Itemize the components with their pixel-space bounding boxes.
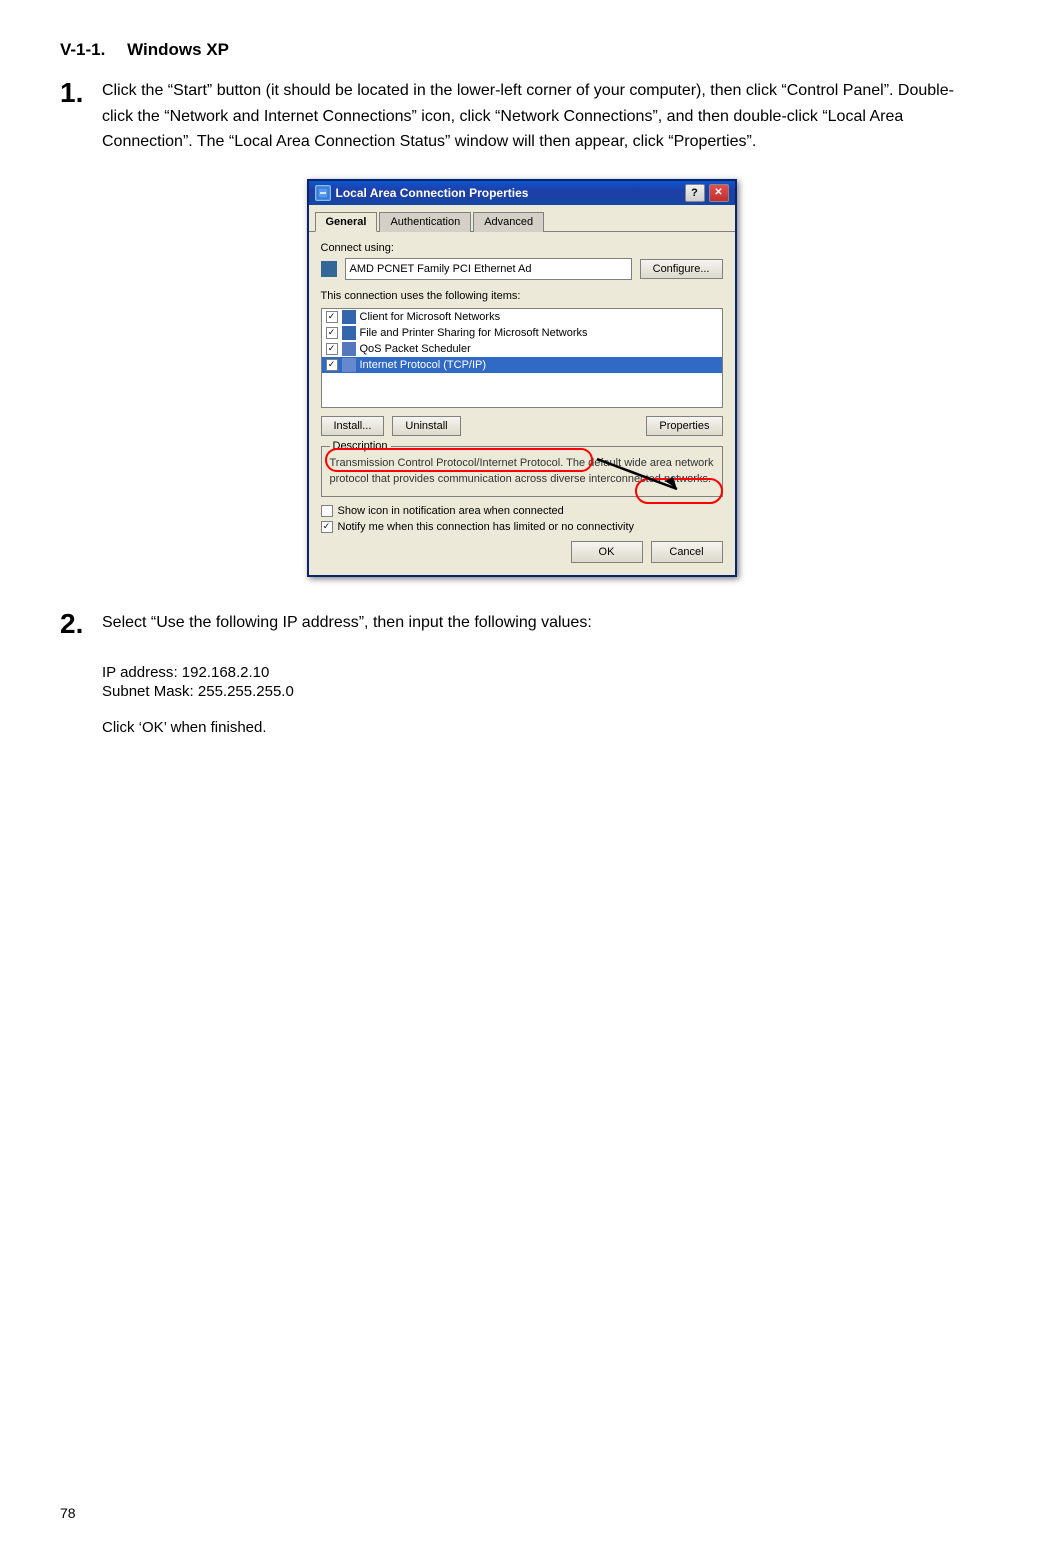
close-button[interactable]: ✕ [709, 184, 729, 202]
list-item-4[interactable]: Internet Protocol (TCP/IP) [322, 357, 722, 373]
description-groupbox: Description Transmission Control Protoco… [321, 446, 723, 497]
list-item-3: QoS Packet Scheduler [322, 341, 722, 357]
ok-button[interactable]: OK [571, 541, 643, 563]
configure-button[interactable]: Configure... [640, 259, 723, 279]
install-button[interactable]: Install... [321, 416, 385, 436]
step-1-number: 1. [60, 78, 90, 109]
item-icon-4 [342, 358, 356, 372]
item-label-4: Internet Protocol (TCP/IP) [360, 359, 487, 371]
mask-label: Subnet Mask [102, 683, 190, 700]
step-2: 2. Select “Use the following IP address”… [60, 609, 983, 640]
checkbox-3[interactable] [326, 343, 338, 355]
step-2-intro: Select “Use the following IP address”, t… [102, 614, 592, 631]
item-label-1: Client for Microsoft Networks [360, 311, 501, 323]
titlebar-buttons: ? ✕ [685, 184, 729, 202]
notify-row: Notify me when this connection has limit… [321, 521, 723, 533]
show-icon-row: Show icon in notification area when conn… [321, 505, 723, 517]
step-2-details: IP address: 192.168.2.10 Subnet Mask: 25… [102, 664, 983, 736]
adapter-name: AMD PCNET Family PCI Ethernet Ad [345, 258, 632, 280]
ip-address-line: IP address: 192.168.2.10 [102, 664, 983, 681]
titlebar-left: Local Area Connection Properties [315, 185, 529, 201]
item-label-2: File and Printer Sharing for Microsoft N… [360, 327, 588, 339]
description-text: Transmission Control Protocol/Internet P… [330, 455, 714, 488]
list-item-1: Client for Microsoft Networks [322, 309, 722, 325]
properties-button[interactable]: Properties [646, 416, 722, 436]
step-2-number: 2. [60, 609, 90, 640]
notify-label: Notify me when this connection has limit… [338, 521, 635, 533]
step-1-text: Click the “Start” button (it should be l… [102, 78, 983, 155]
connect-using-label: Connect using: [321, 242, 723, 254]
item-label-3: QoS Packet Scheduler [360, 343, 471, 355]
show-icon-checkbox[interactable] [321, 505, 333, 517]
item-icon-1 [342, 310, 356, 324]
list-item-2: File and Printer Sharing for Microsoft N… [322, 325, 722, 341]
uninstall-button[interactable]: Uninstall [392, 416, 460, 436]
titlebar-icon [315, 185, 331, 201]
step-2-content: Select “Use the following IP address”, t… [102, 609, 592, 636]
cancel-button[interactable]: Cancel [651, 541, 723, 563]
subnet-mask-line: Subnet Mask: 255.255.255.0 [102, 683, 983, 700]
ip-label: IP address [102, 664, 173, 681]
adapter-icon [321, 261, 337, 277]
section-title: V-1-1. Windows XP [60, 40, 983, 60]
checkbox-1[interactable] [326, 311, 338, 323]
mask-value: 255.255.255.0 [198, 683, 294, 700]
description-title: Description [330, 440, 391, 452]
step-1: 1. Click the “Start” button (it should b… [60, 78, 983, 155]
dialog-title: Local Area Connection Properties [336, 186, 529, 200]
bottom-buttons: OK Cancel [321, 541, 723, 563]
checkbox-2[interactable] [326, 327, 338, 339]
adapter-row: AMD PCNET Family PCI Ethernet Ad Configu… [321, 258, 723, 280]
item-icon-3 [342, 342, 356, 356]
dialog-container: Local Area Connection Properties ? ✕ Gen… [60, 179, 983, 577]
show-icon-label: Show icon in notification area when conn… [338, 505, 564, 517]
help-button[interactable]: ? [685, 184, 705, 202]
win-dialog: Local Area Connection Properties ? ✕ Gen… [307, 179, 737, 577]
win-titlebar: Local Area Connection Properties ? ✕ [309, 181, 735, 205]
dialog-tabs: General Authentication Advanced [309, 205, 735, 232]
items-label: This connection uses the following items… [321, 290, 723, 302]
ip-value: 192.168.2.10 [182, 664, 270, 681]
dialog-wrapper: Local Area Connection Properties ? ✕ Gen… [307, 179, 737, 577]
install-buttons-row: Install... Uninstall Properties [321, 416, 723, 436]
page-number: 78 [60, 1505, 76, 1521]
notify-checkbox[interactable] [321, 521, 333, 533]
tab-advanced[interactable]: Advanced [473, 212, 544, 232]
tab-authentication[interactable]: Authentication [379, 212, 471, 232]
checkbox-4[interactable] [326, 359, 338, 371]
click-ok-text: Click ‘OK’ when finished. [102, 719, 983, 736]
items-listbox[interactable]: Client for Microsoft Networks File and P… [321, 308, 723, 408]
dialog-body: Connect using: AMD PCNET Family PCI Ethe… [309, 232, 735, 575]
tab-general[interactable]: General [315, 212, 378, 232]
item-icon-2 [342, 326, 356, 340]
